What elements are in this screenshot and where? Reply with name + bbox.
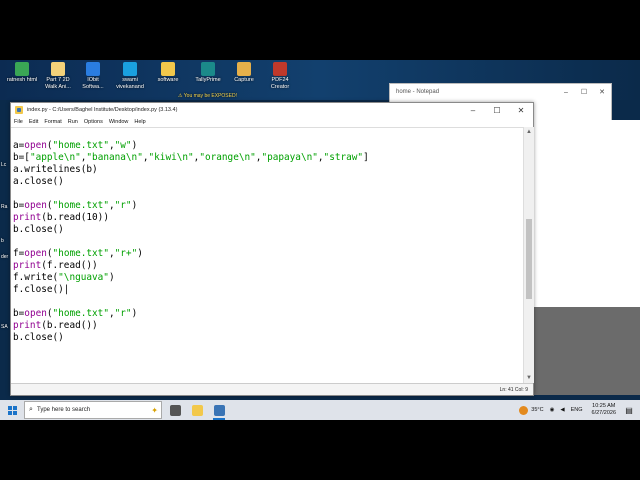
exposed-warning[interactable]: ⚠ You may be EXPOSED! — [178, 93, 237, 99]
maximize-button[interactable]: ☐ — [485, 106, 509, 115]
network-icon[interactable]: ◉ — [550, 407, 555, 413]
code-line[interactable] — [13, 236, 369, 248]
code-line[interactable]: b.close() — [13, 224, 369, 236]
desktop-edge-label: der — [1, 254, 9, 260]
notepad-titlebar[interactable]: home - Notepad – ☐ ✕ — [390, 84, 611, 100]
clock-time: 10:25 AM — [592, 403, 616, 409]
maximize-button[interactable]: ☐ — [575, 88, 593, 96]
taskbar: ⌕ Type here to search ✦ 35°C ◉ ◀ ENG 10:… — [0, 400, 640, 420]
python-icon — [15, 106, 23, 114]
vertical-scrollbar[interactable]: ▲ ▼ — [523, 127, 534, 383]
idle-title: index.py - C:/Users/Baghel Institute/Des… — [27, 107, 178, 113]
idle-editor-window[interactable]: index.py - C:/Users/Baghel Institute/Des… — [10, 102, 534, 396]
search-icon: ⌕ — [29, 406, 33, 413]
notification-icon[interactable]: ▤ — [622, 404, 636, 416]
search-placeholder: Type here to search — [37, 407, 91, 413]
file-explorer-icon — [191, 404, 203, 416]
code-editor[interactable]: a=open("home.txt","w") b=["apple\n","bana… — [11, 127, 523, 384]
taskbar-python-idle-button[interactable] — [208, 400, 230, 420]
code-line[interactable]: b=["apple\n","banana\n","kiwi\n","orange… — [13, 152, 369, 164]
notepad-title: home - Notepad — [396, 89, 440, 95]
scrollbar-thumb[interactable] — [526, 219, 532, 299]
code-line[interactable]: b=open("home.txt","r") — [13, 308, 369, 320]
windows-icon — [7, 405, 17, 415]
minimize-button[interactable]: – — [461, 106, 485, 115]
minimize-button[interactable]: – — [557, 89, 575, 96]
menu-window[interactable]: Window — [109, 119, 129, 125]
scroll-up-icon[interactable]: ▲ — [524, 127, 534, 137]
menu-options[interactable]: Options — [84, 119, 103, 125]
desktop-icon[interactable]: PDF24 Creator — [258, 62, 302, 91]
menu-file[interactable]: File — [14, 119, 23, 125]
taskbar-file-explorer-button[interactable] — [186, 400, 208, 420]
volume-icon[interactable]: ◀ — [560, 407, 564, 413]
code-line[interactable]: a.writelines(b) — [13, 164, 369, 176]
desktop-edge-label: Ra — [1, 204, 8, 210]
desktop-icon[interactable]: software — [146, 62, 190, 84]
code-line[interactable]: a=open("home.txt","w") — [13, 140, 369, 152]
task-view-icon — [169, 404, 181, 416]
clock[interactable]: 10:25 AM 6/27/2026 — [592, 403, 616, 417]
code-line[interactable]: b=open("home.txt","r") — [13, 200, 369, 212]
close-button[interactable]: ✕ — [593, 88, 611, 96]
app-icon — [86, 62, 100, 76]
python-idle-icon — [213, 404, 225, 416]
start-button[interactable] — [0, 400, 24, 420]
weather-sun-icon — [519, 405, 529, 415]
app-icon — [273, 62, 287, 76]
menu-run[interactable]: Run — [68, 119, 78, 125]
close-button[interactable]: ✕ — [509, 106, 533, 115]
taskbar-task-view-button[interactable] — [164, 400, 186, 420]
menu-help[interactable]: Help — [134, 119, 145, 125]
system-tray: 35°C ◉ ◀ ENG 10:25 AM 6/27/2026 ▤ — [516, 403, 640, 417]
app-icon — [15, 62, 29, 76]
app-icon — [123, 62, 137, 76]
language-indicator[interactable]: ENG — [571, 407, 583, 413]
notepad-text-area[interactable] — [530, 132, 640, 307]
desktop: ratnesh html Part 7 2D Walk Ani... IObit S… — [0, 60, 640, 420]
desktop-edge-label: Lc — [1, 162, 7, 168]
desktop-icon-label: PDF24 Creator — [270, 77, 290, 90]
copilot-sparkle-icon[interactable]: ✦ — [151, 406, 158, 415]
desktop-icon-label: software — [157, 77, 179, 83]
idle-menubar: File Edit Format Run Options Window Help — [11, 117, 533, 127]
clock-date: 6/27/2026 — [591, 410, 616, 416]
weather-temp: 35°C — [531, 407, 544, 413]
code-line[interactable] — [13, 188, 369, 200]
app-icon — [51, 62, 65, 76]
code-line[interactable] — [13, 296, 369, 308]
code-line[interactable]: f.write("\nguava") — [13, 272, 369, 284]
taskbar-apps — [164, 400, 230, 420]
menu-edit[interactable]: Edit — [29, 119, 38, 125]
weather-widget[interactable]: 35°C — [519, 405, 544, 415]
code-line[interactable] — [13, 128, 369, 140]
code-line[interactable]: print(f.read()) — [13, 260, 369, 272]
code-line[interactable]: f.close()| — [13, 284, 369, 296]
app-icon — [237, 62, 251, 76]
code-line[interactable]: print(b.read()) — [13, 320, 369, 332]
desktop-edge-label: SA — [1, 324, 8, 330]
status-bar: Ln: 41 Col: 9 — [11, 383, 533, 395]
code-lines[interactable]: a=open("home.txt","w") b=["apple\n","bana… — [13, 128, 369, 344]
code-line[interactable]: f=open("home.txt","r+") — [13, 248, 369, 260]
code-line[interactable]: b.close() — [13, 332, 369, 344]
background-window — [530, 307, 640, 395]
search-box[interactable]: ⌕ Type here to search ✦ — [24, 401, 162, 419]
menu-format[interactable]: Format — [44, 119, 61, 125]
app-icon — [201, 62, 215, 76]
idle-titlebar[interactable]: index.py - C:/Users/Baghel Institute/Des… — [11, 103, 533, 117]
app-icon — [161, 62, 175, 76]
code-line[interactable]: a.close() — [13, 176, 369, 188]
code-line[interactable]: print(b.read(10)) — [13, 212, 369, 224]
desktop-edge-label: b — [1, 238, 4, 244]
scroll-down-icon[interactable]: ▼ — [524, 373, 534, 383]
